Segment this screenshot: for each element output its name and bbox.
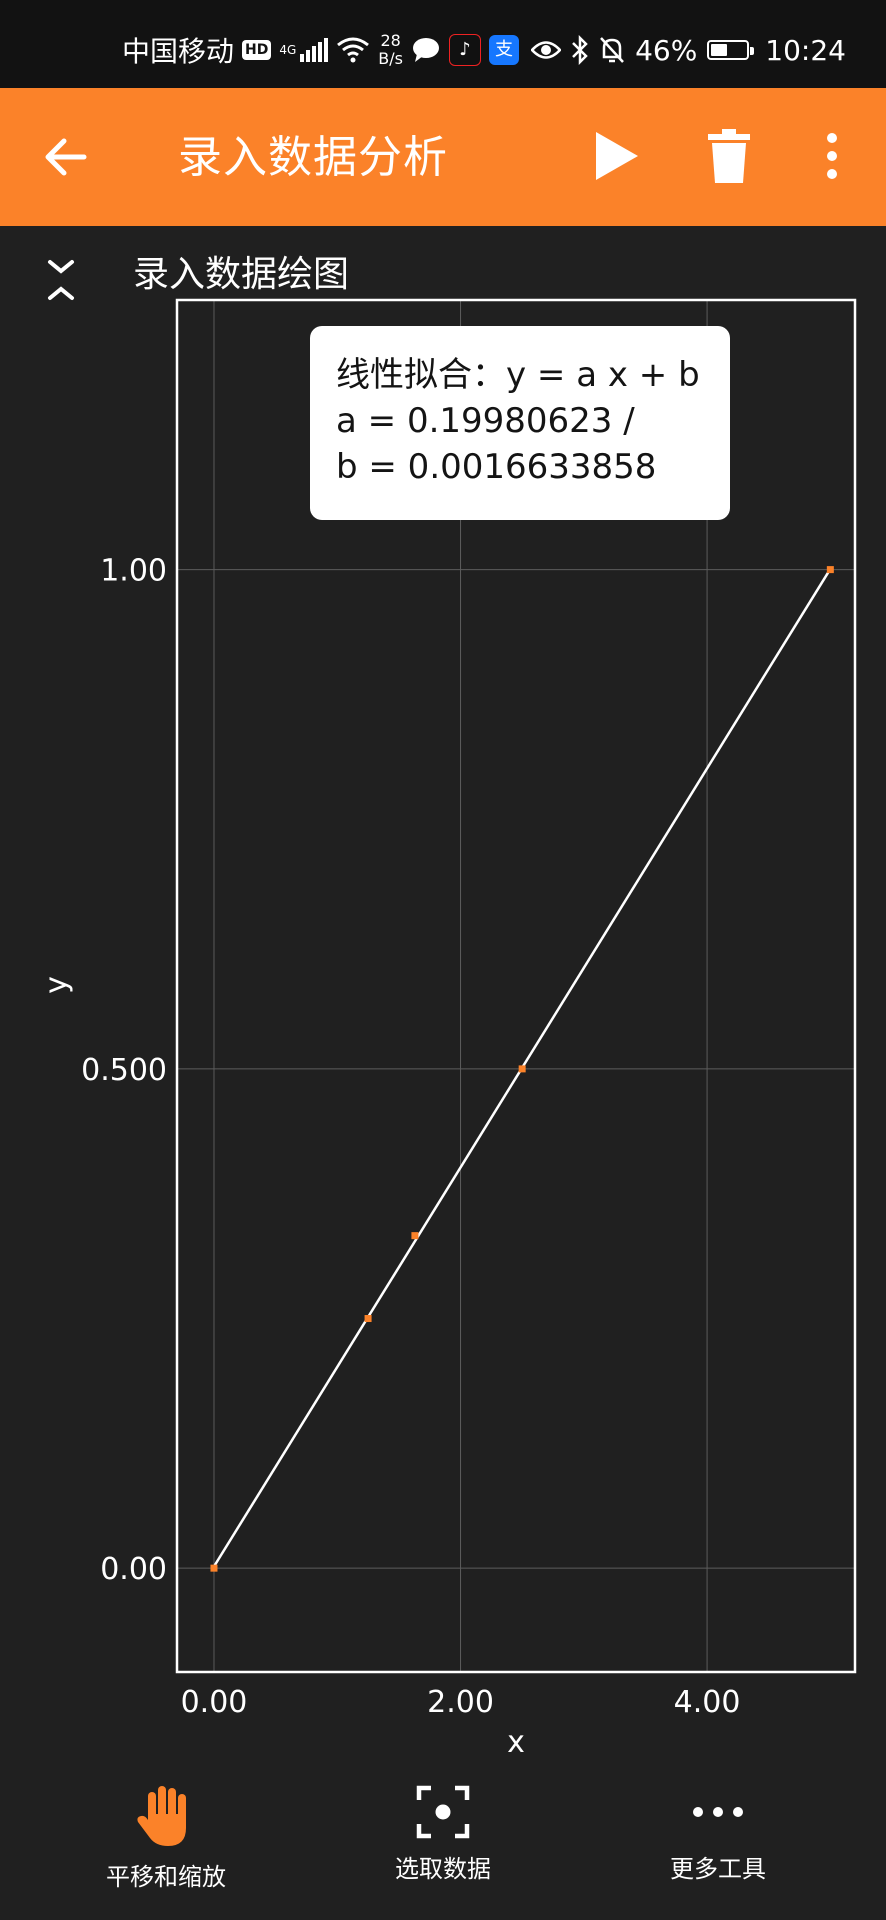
y-tick-label: 0.00	[100, 1552, 167, 1587]
x-tick-label: 2.00	[427, 1685, 494, 1720]
x-tick-label: 4.00	[674, 1685, 741, 1720]
fit-param-b: b = 0.0016633858	[336, 447, 657, 487]
pan-zoom-label: 平移和缩放	[106, 1863, 226, 1891]
data-point[interactable]	[518, 1065, 526, 1073]
data-point[interactable]	[826, 566, 834, 574]
y-tick-label: 0.500	[81, 1053, 167, 1088]
fit-equation: 线性拟合：y = a x + b	[336, 355, 700, 395]
pan-zoom-button[interactable]: 平移和缩放	[56, 1750, 276, 1891]
y-tick-label: 1.00	[100, 554, 167, 589]
select-data-label: 选取数据	[395, 1855, 491, 1883]
data-point[interactable]	[364, 1315, 372, 1323]
hand-icon	[137, 1786, 186, 1846]
bottom-toolbar: 平移和缩放 选取数据 更多工具	[0, 1750, 886, 1920]
data-point[interactable]	[210, 1564, 218, 1572]
more-horiz-icon	[693, 1807, 743, 1817]
select-data-button[interactable]: 选取数据	[333, 1750, 553, 1890]
scatter-plot[interactable]: 0.00 2.00 4.001.000.5000.00xy	[0, 0, 886, 1920]
fit-param-a: a = 0.19980623 /	[336, 401, 635, 441]
select-data-icon	[416, 1785, 470, 1839]
more-tools-button[interactable]: 更多工具	[608, 1750, 828, 1890]
fit-result-box: 线性拟合：y = a x + b a = 0.19980623 / b = 0.…	[310, 326, 730, 520]
x-tick-label: 0.00	[181, 1685, 248, 1720]
data-point[interactable]	[411, 1232, 419, 1240]
more-tools-label: 更多工具	[670, 1855, 766, 1883]
y-axis-label: y	[39, 976, 74, 994]
